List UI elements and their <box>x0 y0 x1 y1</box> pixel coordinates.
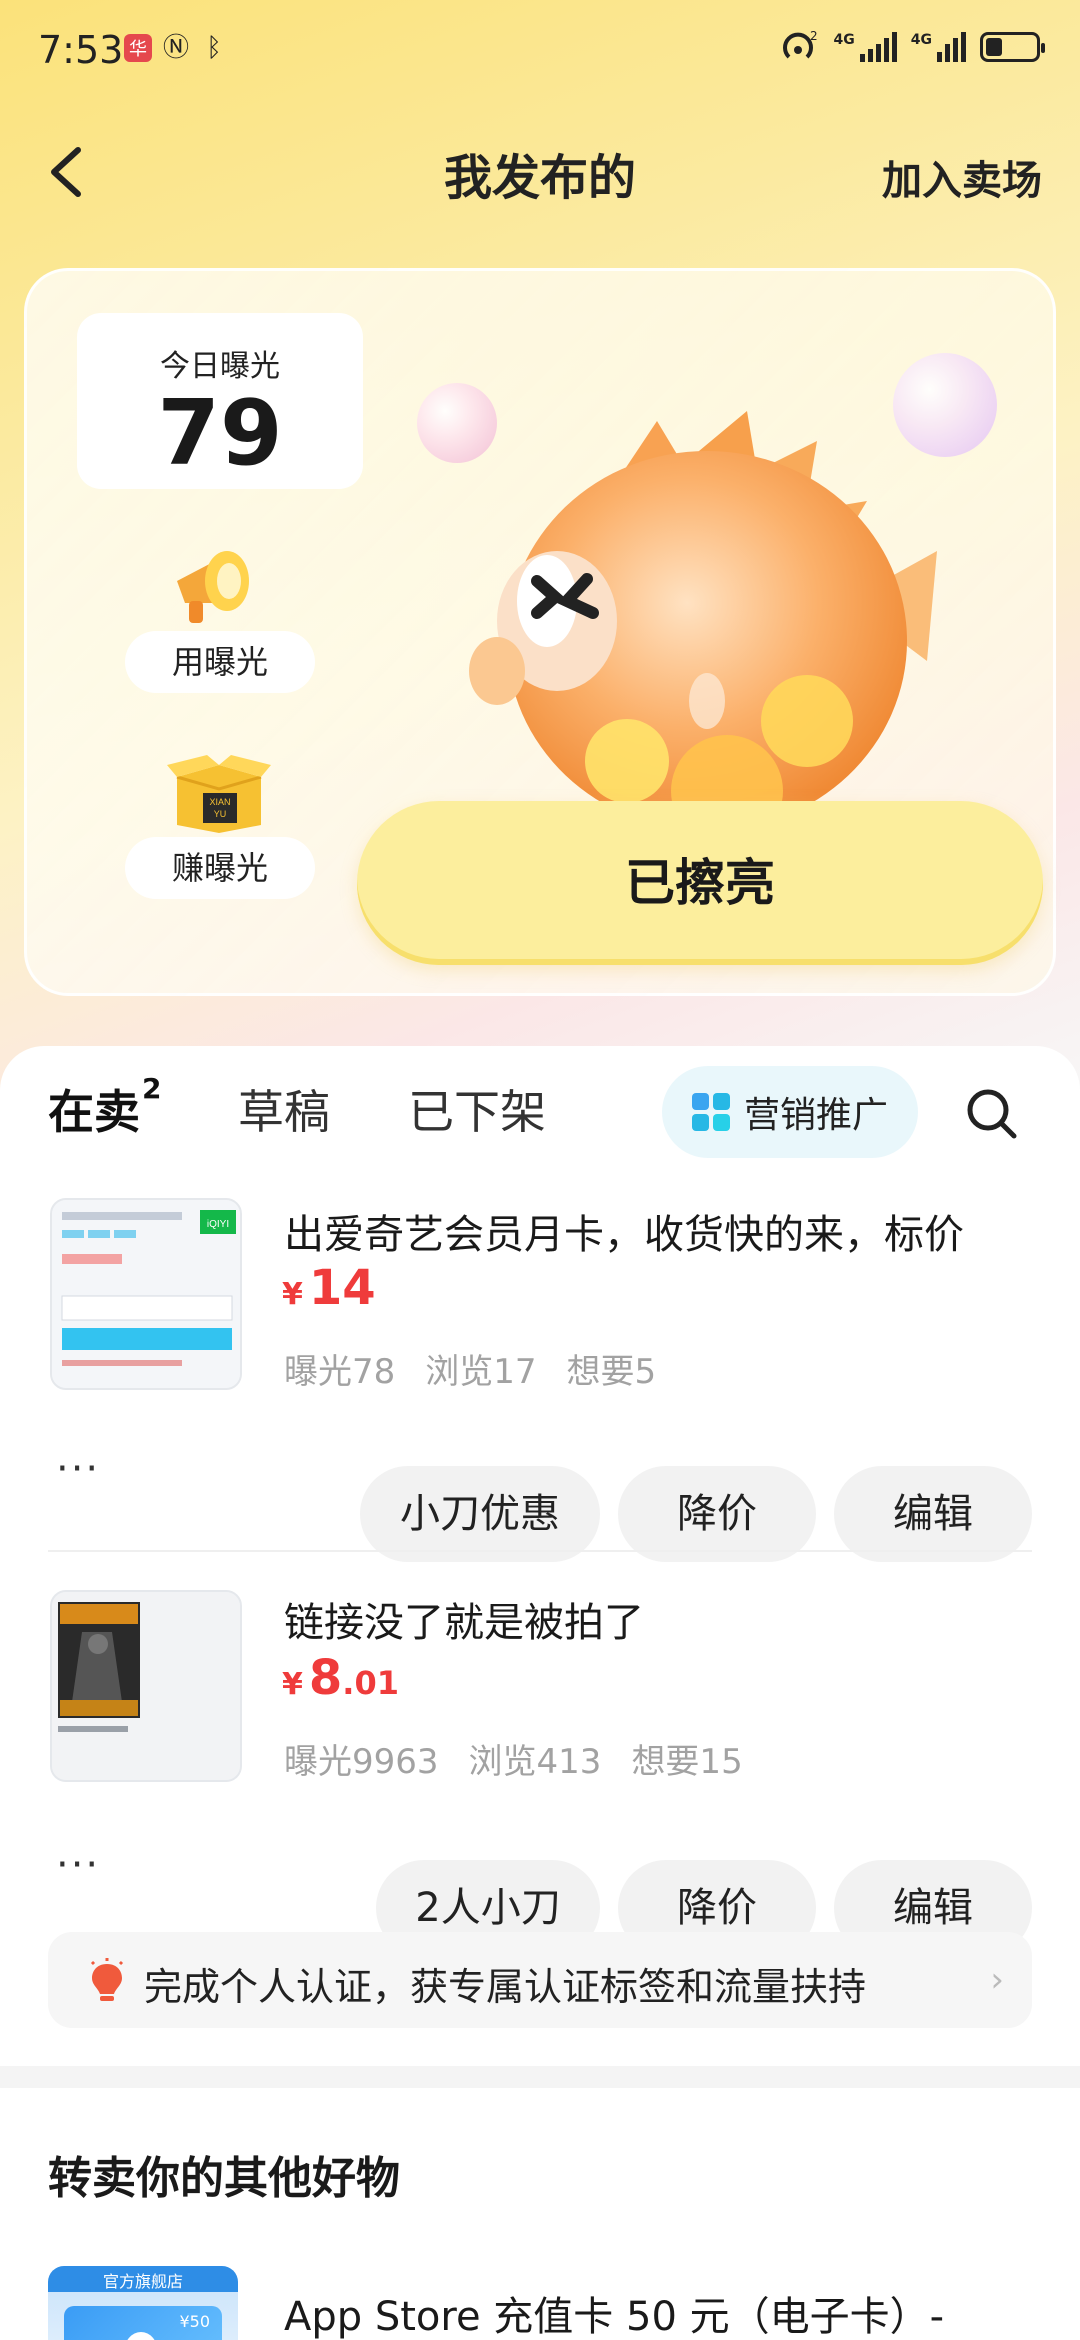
view-count: 浏览17 <box>425 1352 537 1392</box>
status-icons-right: 2 4G 4G <box>780 30 1045 64</box>
exposure-hero-card: 今日曝光 79 用曝光 XIAN YU 赚曝光 已擦亮 <box>24 268 1056 996</box>
want-count: 想要5 <box>566 1352 657 1392</box>
resell-item-name[interactable]: App Store 充值卡 50 元（电子卡）- <box>284 2284 944 2340</box>
svg-text:iQIYI: iQIYI <box>207 1219 229 1230</box>
status-time: 7:53 <box>38 28 124 72</box>
shine-status-button[interactable]: 已擦亮 <box>357 801 1043 965</box>
megaphone-icon <box>177 551 249 623</box>
tab-drafts[interactable]: 草稿 <box>238 1076 330 1142</box>
divider <box>48 1550 1032 1552</box>
nfc-icon: Ⓝ <box>162 33 189 63</box>
bluetooth-icon: ᛒ <box>206 33 222 63</box>
svg-text:XIAN: XIAN <box>209 797 230 807</box>
product-title: 链接没了就是被拍了 <box>284 1600 644 1646</box>
marketing-label: 营销推广 <box>744 1095 889 1136</box>
search-icon[interactable] <box>964 1086 1020 1142</box>
product-thumbnail <box>50 1590 242 1782</box>
status-icons-left: 华 Ⓝ ᛒ <box>124 34 228 62</box>
product-price: ¥8.01 <box>282 1650 399 1706</box>
certification-banner[interactable]: 完成个人认证，获专属认证标签和流量扶持 › <box>48 1932 1032 2028</box>
certification-text: 完成个人认证，获专属认证标签和流量扶持 <box>144 1965 867 2009</box>
lightbulb-icon <box>90 1958 124 2001</box>
reduce-price-button[interactable]: 降价 <box>618 1466 816 1562</box>
cell-signal-icon-2: 4G <box>911 32 966 62</box>
iqiyi-screenshot-thumbnail: iQIYI <box>52 1200 240 1388</box>
tab-off-shelf[interactable]: 已下架 <box>408 1076 546 1142</box>
view-count: 浏览413 <box>468 1742 602 1782</box>
product-price: ¥14 <box>282 1260 376 1316</box>
edit-button[interactable]: 编辑 <box>834 1466 1032 1562</box>
product-title: 出爱奇艺会员月卡，收货快的来，标价 <box>284 1212 964 1258</box>
svg-text:YU: YU <box>214 809 227 819</box>
wifi-hotspot-icon: 2 <box>782 30 818 59</box>
game-card-thumbnail <box>52 1592 240 1780</box>
exposure-count: 曝光9963 <box>284 1742 439 1782</box>
tab-selling-label: 在卖 <box>48 1085 140 1139</box>
gift-card-value: ¥50 <box>179 2312 210 2331</box>
tab-selling-count: 2 <box>142 1071 162 1105</box>
today-exposure-card: 今日曝光 79 <box>77 313 363 489</box>
product-thumbnail: iQIYI <box>50 1198 242 1390</box>
app-notification-icon: 华 <box>124 34 152 62</box>
xianyu-box-icon: XIAN YU <box>167 755 271 833</box>
resell-section: 转卖你的其他好物 官方旗舰店 ¥50 App Store 充值卡 50 元（电子… <box>0 2088 1080 2340</box>
product-stats: 曝光9963 浏览413 想要15 <box>284 1734 743 1783</box>
want-count: 想要15 <box>631 1742 743 1782</box>
tab-selling[interactable]: 在卖2 <box>48 1072 161 1142</box>
cell-signal-icon-1: 4G <box>834 32 897 62</box>
official-store-badge: 官方旗舰店 <box>102 2272 183 2291</box>
more-options-button[interactable]: ··· <box>56 1842 100 1888</box>
earn-exposure-button[interactable]: 赚曝光 <box>125 837 315 899</box>
svg-text:2: 2 <box>810 30 818 43</box>
apps-grid-icon <box>692 1093 730 1131</box>
battery-icon <box>980 32 1045 62</box>
apple-icon <box>124 2332 158 2340</box>
exposure-count: 曝光78 <box>284 1352 396 1392</box>
today-exposure-value: 79 <box>157 381 283 486</box>
pufferfish-mascot-icon <box>469 411 937 821</box>
gift-card-image: ¥50 <box>64 2306 222 2340</box>
join-market-button[interactable]: 加入卖场 <box>882 148 1042 206</box>
chevron-right-icon: › <box>990 1960 1004 2000</box>
today-exposure-label: 今日曝光 <box>160 349 280 384</box>
marketing-button[interactable]: 营销推广 <box>662 1066 918 1158</box>
discount-button[interactable]: 小刀优惠 <box>360 1466 600 1562</box>
product-stats: 曝光78 浏览17 想要5 <box>284 1344 656 1393</box>
nav-bar: 我发布的 加入卖场 <box>0 120 1080 220</box>
more-options-button[interactable]: ··· <box>56 1446 100 1492</box>
resell-title: 转卖你的其他好物 <box>48 2153 400 2204</box>
use-exposure-button[interactable]: 用曝光 <box>125 631 315 693</box>
resell-item-thumbnail[interactable]: 官方旗舰店 ¥50 <box>48 2266 238 2340</box>
product-list-panel: 在卖2 草稿 已下架 营销推广 iQIYI 出爱奇艺会员月卡，收货快的来，标价 … <box>0 1046 1080 2066</box>
status-bar: 7:53 华 Ⓝ ᛒ 2 4G 4G <box>0 0 1080 100</box>
